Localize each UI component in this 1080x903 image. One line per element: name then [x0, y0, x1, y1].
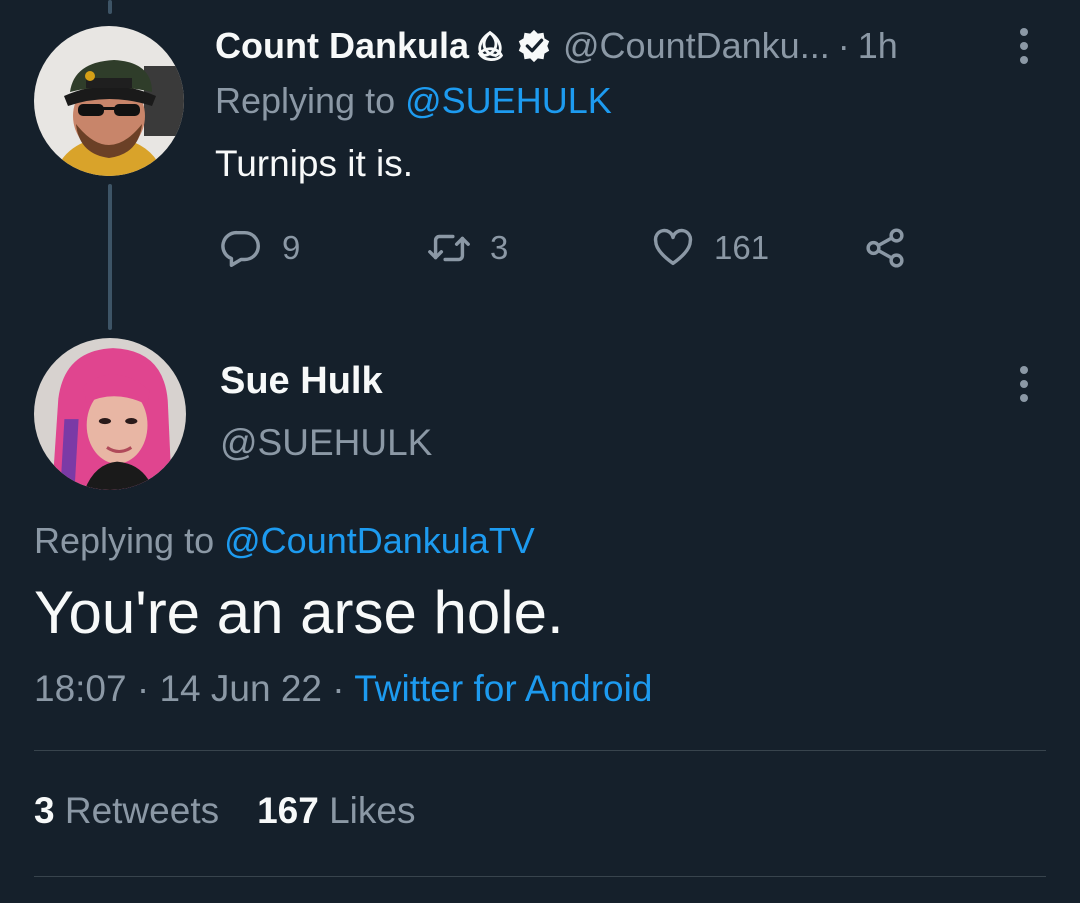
tweet-metadata: 18:07 · 14 Jun 22 · Twitter for Android — [34, 668, 652, 710]
avatar-image — [34, 338, 186, 490]
retweets-count: 3 — [34, 790, 55, 831]
avatar-count-dankula[interactable] — [34, 26, 184, 176]
parent-tweet-time[interactable]: 1h — [858, 25, 898, 67]
tweet-source-link[interactable]: Twitter for Android — [354, 668, 652, 709]
parent-replying-to: Replying to @SUEHULK — [215, 80, 612, 122]
main-tweet-text: You're an arse hole. — [34, 579, 564, 646]
thread-connector-top — [108, 0, 112, 14]
retweets-stat[interactable]: 3 Retweets — [34, 790, 219, 832]
likes-stat[interactable]: 167 Likes — [257, 790, 415, 832]
verified-icon — [518, 29, 550, 63]
reply-button[interactable]: 9 — [218, 222, 300, 274]
heart-icon — [653, 228, 693, 266]
like-count: 161 — [714, 229, 770, 266]
replying-prefix: Replying to — [215, 80, 396, 121]
main-replying-to: Replying to @CountDankulaTV — [34, 520, 535, 562]
parent-tweet-text: Turnips it is. — [215, 143, 414, 184]
main-author-name[interactable]: Sue Hulk — [220, 360, 383, 403]
share-button[interactable] — [862, 222, 908, 274]
divider — [34, 876, 1046, 877]
meta-separator: · — [136, 668, 150, 709]
share-icon — [866, 228, 904, 268]
replying-mention-link[interactable]: @CountDankulaTV — [224, 520, 535, 561]
parent-author-name[interactable]: Count Dankula — [215, 25, 469, 67]
retweets-label: Retweets — [64, 790, 220, 831]
more-options-icon[interactable] — [1016, 24, 1032, 68]
tweet-stats: 3 Retweets 167 Likes — [34, 790, 454, 832]
reply-icon — [221, 230, 260, 267]
meta-separator: · — [332, 668, 345, 709]
tweet-date[interactable]: 14 Jun 22 — [159, 668, 322, 709]
main-author-handle[interactable]: @SUEHULK — [220, 422, 432, 464]
retweet-icon — [428, 234, 470, 262]
header-separator: · — [837, 25, 850, 66]
reply-count: 9 — [282, 229, 301, 266]
avatar-sue-hulk[interactable] — [34, 338, 186, 490]
divider — [34, 750, 1046, 751]
triquetra-icon — [477, 30, 504, 61]
parent-author-handle[interactable]: @CountDanku... — [563, 25, 830, 67]
avatar-image — [34, 26, 184, 176]
more-options-icon[interactable] — [1016, 362, 1032, 406]
replying-prefix: Replying to — [34, 520, 215, 561]
tweet-time[interactable]: 18:07 — [34, 668, 127, 709]
parent-tweet-header: Count Dankula @CountDanku... · 1h — [215, 18, 898, 74]
retweet-count: 3 — [490, 229, 509, 266]
retweet-button[interactable]: 3 — [426, 222, 508, 274]
parent-tweet-actions: 9 3 161 — [0, 222, 1080, 274]
likes-label: Likes — [329, 790, 416, 831]
replying-mention-link[interactable]: @SUEHULK — [405, 80, 612, 121]
likes-count: 167 — [257, 790, 319, 831]
like-button[interactable]: 161 — [650, 222, 769, 274]
